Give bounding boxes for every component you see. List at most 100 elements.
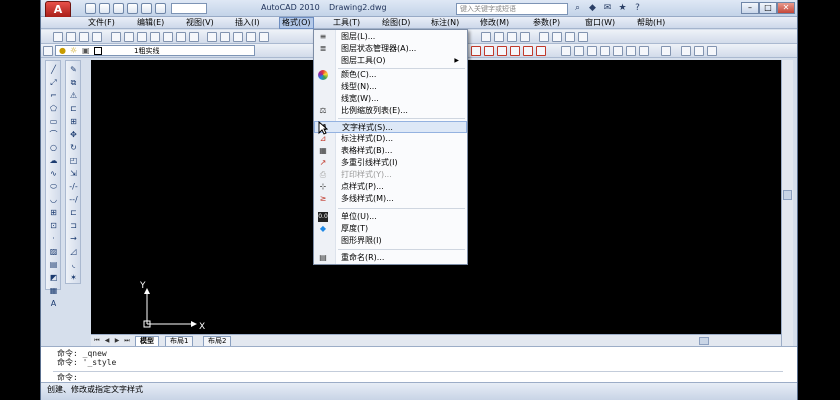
point-icon[interactable]: · bbox=[48, 234, 59, 244]
vertical-scroll-thumb[interactable] bbox=[783, 190, 792, 200]
undo-icon[interactable] bbox=[127, 3, 138, 14]
mtext-icon[interactable]: A bbox=[48, 299, 59, 309]
command-input[interactable]: 命令: bbox=[57, 373, 78, 382]
help-tb-icon[interactable] bbox=[578, 32, 588, 42]
menu-item-mline-style[interactable]: ≥ 多线样式(M)... bbox=[314, 193, 467, 205]
vertical-scrollbar[interactable] bbox=[781, 60, 793, 346]
3d-dwf-icon[interactable] bbox=[150, 32, 160, 42]
design-center-icon[interactable] bbox=[163, 32, 173, 42]
menu-item-layer[interactable]: ≡ 图层(L)... bbox=[314, 31, 467, 43]
menu-item-text-style[interactable]: A 文字样式(S)... bbox=[314, 121, 467, 133]
trim-icon[interactable]: -/- bbox=[68, 182, 79, 192]
open-file-icon[interactable] bbox=[66, 32, 76, 42]
publish-icon[interactable] bbox=[137, 32, 147, 42]
scale-icon[interactable]: ◰ bbox=[68, 156, 79, 166]
save-file-icon[interactable] bbox=[79, 32, 89, 42]
menu-parametric[interactable]: 参数(P) bbox=[531, 18, 562, 28]
search-input[interactable]: 键入关键字或短语 bbox=[456, 3, 568, 15]
quick-calc-icon[interactable] bbox=[481, 32, 491, 42]
mirror-tool-icon[interactable]: ⚠ bbox=[68, 91, 79, 101]
maximize-button[interactable]: □ bbox=[759, 2, 777, 14]
stretch-icon[interactable]: ⇲ bbox=[68, 169, 79, 179]
break-icon[interactable]: ⊐ bbox=[68, 221, 79, 231]
hatch-icon[interactable]: ▨ bbox=[48, 247, 59, 257]
rotate-icon[interactable]: ↻ bbox=[68, 143, 79, 153]
line-icon[interactable]: ╱ bbox=[48, 65, 59, 75]
layer-properties-icon[interactable] bbox=[43, 46, 53, 56]
join-icon[interactable]: → bbox=[68, 234, 79, 244]
first-tab-arrow-icon[interactable]: ⏮ bbox=[93, 337, 101, 345]
markup-icon[interactable] bbox=[494, 32, 504, 42]
construction-line-icon[interactable]: ⤢ bbox=[48, 78, 59, 88]
menu-format[interactable]: 格式(O) bbox=[279, 17, 314, 29]
menu-edit[interactable]: 编辑(E) bbox=[135, 18, 166, 28]
menu-dimension[interactable]: 标注(N) bbox=[429, 18, 461, 28]
region-icon[interactable]: ◩ bbox=[48, 273, 59, 283]
menu-item-linetype[interactable]: 线型(N)... bbox=[314, 81, 467, 93]
tangent-snap-icon[interactable] bbox=[600, 46, 610, 56]
menu-insert[interactable]: 插入(I) bbox=[233, 18, 262, 28]
circle-icon[interactable]: ○ bbox=[48, 143, 59, 153]
sheet-icon[interactable] bbox=[92, 32, 102, 42]
menu-item-drawing-limits[interactable]: 图形界限(I) bbox=[314, 235, 467, 247]
table-draw-icon[interactable]: ▦ bbox=[48, 286, 59, 296]
quadrant-snap-icon[interactable] bbox=[587, 46, 597, 56]
sheet-set-icon[interactable] bbox=[520, 32, 530, 42]
dbconnect-icon[interactable] bbox=[565, 32, 575, 42]
erase-icon[interactable] bbox=[681, 46, 691, 56]
menu-item-color[interactable]: 颜色(C)... bbox=[314, 69, 467, 81]
insert-snap-icon[interactable] bbox=[639, 46, 649, 56]
last-tab-arrow-icon[interactable]: ⏭ bbox=[123, 337, 131, 345]
menu-tools[interactable]: 工具(T) bbox=[331, 18, 362, 28]
new-icon[interactable] bbox=[53, 32, 63, 42]
menu-modify[interactable]: 修改(M) bbox=[478, 18, 511, 28]
erase-tool-icon[interactable]: ✎ bbox=[68, 65, 79, 75]
layer-states-tb-icon[interactable] bbox=[539, 32, 549, 42]
menu-help[interactable]: 帮助(H) bbox=[635, 18, 667, 28]
open-icon[interactable] bbox=[99, 3, 110, 14]
menu-item-dim-style[interactable]: ⊿ 标注样式(D)... bbox=[314, 133, 467, 145]
dim-jogged-icon[interactable] bbox=[536, 46, 546, 56]
subscription-icon[interactable]: ◆ bbox=[587, 3, 598, 14]
ellipse-arc-icon[interactable]: ◡ bbox=[48, 195, 59, 205]
menu-item-units[interactable]: 0.0 单位(U)... bbox=[314, 211, 467, 223]
dim-radius-icon[interactable] bbox=[523, 46, 533, 56]
match-properties-icon[interactable] bbox=[246, 32, 256, 42]
workspace-combo[interactable] bbox=[171, 3, 207, 14]
cut-icon[interactable] bbox=[207, 32, 217, 42]
mirror-icon[interactable] bbox=[707, 46, 717, 56]
dim-arc-icon[interactable] bbox=[497, 46, 507, 56]
menu-item-layer-tools[interactable]: 图层工具(O) ▶ bbox=[314, 55, 467, 67]
communication-icon[interactable]: ✉ bbox=[602, 3, 613, 14]
horizontal-scroll-thumb[interactable] bbox=[699, 337, 709, 345]
save-icon[interactable] bbox=[113, 3, 124, 14]
gradient-icon[interactable]: ▤ bbox=[48, 260, 59, 270]
snap-settings-icon[interactable] bbox=[661, 46, 671, 56]
paste-icon[interactable] bbox=[233, 32, 243, 42]
help-icon[interactable]: ? bbox=[632, 3, 643, 14]
chamfer-icon[interactable]: ◿ bbox=[68, 247, 79, 257]
rectangle-icon[interactable]: ▭ bbox=[48, 117, 59, 127]
revision-cloud-icon[interactable]: ☁ bbox=[48, 156, 59, 166]
menu-item-point-style[interactable]: ⊹ 点样式(P)... bbox=[314, 181, 467, 193]
redo-icon[interactable] bbox=[141, 3, 152, 14]
move-icon[interactable]: ✥ bbox=[68, 130, 79, 140]
menu-item-lineweight[interactable]: 线宽(W)... bbox=[314, 93, 467, 105]
arc-icon[interactable]: ⌒ bbox=[48, 130, 59, 140]
tool-palettes-icon[interactable] bbox=[189, 32, 199, 42]
menu-item-scale-list[interactable]: ⚖ 比例缩放列表(E)... bbox=[314, 105, 467, 117]
menu-draw[interactable]: 绘图(D) bbox=[380, 18, 412, 28]
extend-icon[interactable]: --/ bbox=[68, 195, 79, 205]
menu-item-table-style[interactable]: ▦ 表格样式(B)... bbox=[314, 145, 467, 157]
next-tab-arrow-icon[interactable]: ▶ bbox=[113, 337, 121, 345]
explode-icon[interactable]: ✶ bbox=[68, 273, 79, 283]
menu-window[interactable]: 窗口(W) bbox=[583, 18, 617, 28]
array-icon[interactable]: ⊞ bbox=[68, 117, 79, 127]
copy-icon[interactable] bbox=[220, 32, 230, 42]
properties-icon[interactable] bbox=[176, 32, 186, 42]
prev-tab-arrow-icon[interactable]: ◀ bbox=[103, 337, 111, 345]
close-button[interactable]: ✕ bbox=[777, 2, 795, 14]
copy-object-icon[interactable] bbox=[694, 46, 704, 56]
menu-view[interactable]: 视图(V) bbox=[184, 18, 216, 28]
insert-block-icon[interactable]: ⊞ bbox=[48, 208, 59, 218]
